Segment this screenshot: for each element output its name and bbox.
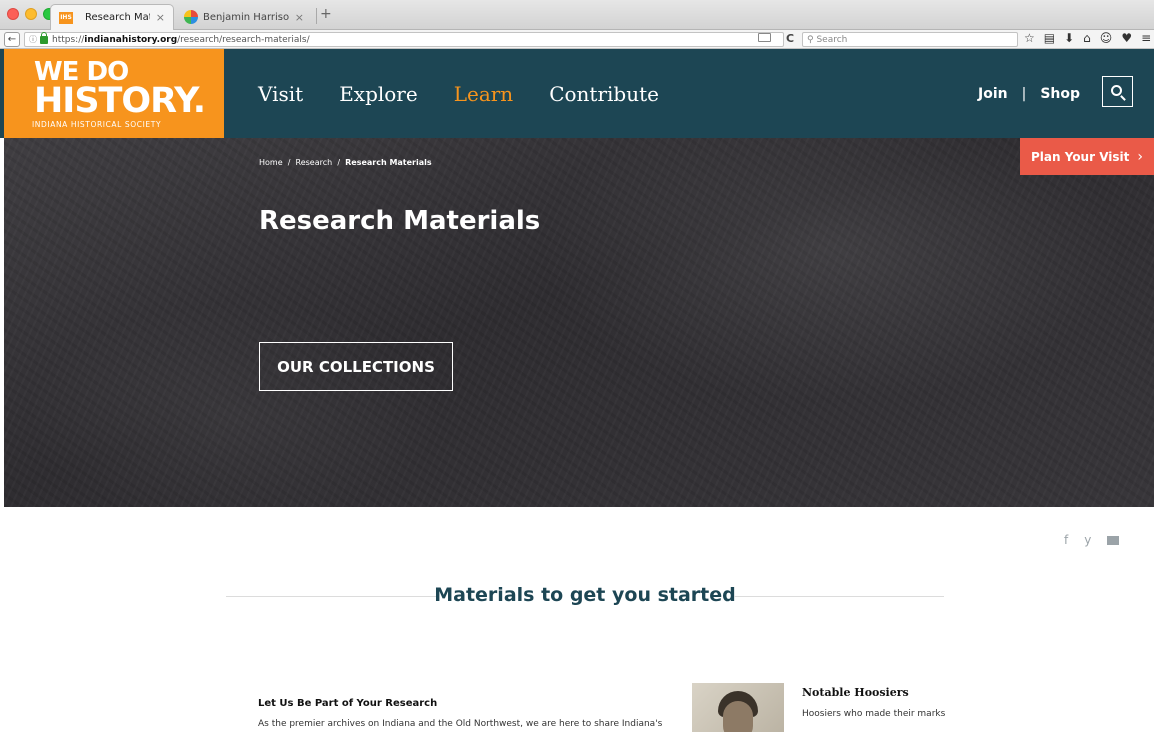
- breadcrumb-home[interactable]: Home: [259, 158, 283, 167]
- tab-title: Research Materials: [85, 12, 150, 23]
- heading-divider-right: [734, 596, 944, 597]
- utility-separator: |: [1021, 86, 1027, 102]
- our-collections-button[interactable]: OUR COLLECTIONS: [259, 342, 453, 391]
- lock-icon: [40, 31, 48, 44]
- breadcrumb-separator: /: [287, 158, 291, 167]
- tab-benjamin-harrison[interactable]: Benjamin Harrison collectio... ×: [176, 4, 312, 30]
- navigation-bar: ← ⓘ https://indianahistory.org/research/…: [0, 30, 1154, 49]
- site-search-button[interactable]: [1102, 76, 1133, 107]
- downloads-icon[interactable]: ⬇: [1064, 31, 1074, 45]
- chevron-right-icon: ›: [1137, 148, 1143, 165]
- research-card-body: As the premier archives on Indiana and t…: [258, 719, 663, 729]
- browser-toolbar: ☆ ▤ ⬇ ⌂ ☺ ♥ ≡: [1024, 31, 1151, 45]
- twitter-icon[interactable]: y: [1084, 533, 1091, 547]
- emoji-icon[interactable]: ☺: [1100, 31, 1113, 45]
- browser-tab-bar: IHS Research Materials × Benjamin Harris…: [0, 0, 1154, 30]
- home-icon[interactable]: ⌂: [1083, 31, 1091, 45]
- search-icon: ⚲: [807, 34, 817, 45]
- nav-explore[interactable]: Explore: [339, 82, 418, 106]
- logo-subtitle: INDIANA HISTORICAL SOCIETY: [32, 120, 162, 130]
- new-tab-button[interactable]: +: [320, 6, 332, 22]
- nav-learn[interactable]: Learn: [454, 82, 513, 106]
- pocket-icon[interactable]: ♥: [1121, 31, 1132, 45]
- utility-nav: Join | Shop: [978, 86, 1080, 102]
- site-header: WE DO HISTORY. INDIANA HISTORICAL SOCIET…: [0, 49, 1154, 138]
- browser-search-placeholder: Search: [816, 34, 848, 45]
- search-icon: [1111, 85, 1122, 96]
- nav-contribute[interactable]: Contribute: [549, 82, 659, 106]
- logo-line2: HISTORY.: [34, 80, 206, 121]
- ihs-favicon-icon: IHS: [59, 11, 73, 24]
- breadcrumb-separator: /: [337, 158, 341, 167]
- tab-separator: [316, 8, 317, 24]
- breadcrumb-current: Research Materials: [345, 158, 432, 167]
- reading-list-icon[interactable]: ▤: [1044, 31, 1055, 45]
- reload-icon[interactable]: C: [786, 32, 794, 45]
- site-logo[interactable]: WE DO HISTORY. INDIANA HISTORICAL SOCIET…: [4, 49, 224, 138]
- bookmark-star-icon[interactable]: ☆: [1024, 31, 1035, 45]
- plan-visit-label: Plan Your Visit: [1031, 149, 1130, 164]
- notable-hoosiers-title[interactable]: Notable Hoosiers: [802, 686, 909, 699]
- info-icon[interactable]: ⓘ: [29, 34, 37, 45]
- url-path: /research/research-materials/: [177, 34, 310, 45]
- tab-title: Benjamin Harrison collectio...: [203, 11, 289, 23]
- back-button[interactable]: ←: [4, 32, 20, 47]
- section-heading-block: Materials to get you started: [226, 584, 944, 608]
- join-link[interactable]: Join: [978, 86, 1008, 102]
- shop-link[interactable]: Shop: [1040, 86, 1080, 102]
- facebook-icon[interactable]: f: [1064, 533, 1068, 547]
- hero-banner: Home / Research / Research Materials Res…: [4, 138, 1154, 507]
- url-domain: indianahistory.org: [84, 34, 178, 45]
- breadcrumb-research[interactable]: Research: [296, 158, 333, 167]
- portrait-face: [723, 701, 753, 732]
- close-window-button[interactable]: [7, 8, 19, 20]
- url-prefix: https://: [52, 34, 85, 45]
- tab-close-icon[interactable]: ×: [156, 11, 165, 24]
- globe-favicon-icon: [184, 10, 198, 24]
- section-heading: Materials to get you started: [434, 584, 736, 606]
- tab-close-icon[interactable]: ×: [295, 11, 304, 24]
- menu-icon[interactable]: ≡: [1141, 31, 1151, 45]
- share-icons: f y: [1064, 533, 1120, 547]
- main-nav: Visit Explore Learn Contribute: [258, 82, 695, 106]
- plan-your-visit-button[interactable]: Plan Your Visit ›: [1020, 138, 1154, 175]
- notable-hoosier-portrait[interactable]: [692, 683, 784, 732]
- research-card-title[interactable]: Let Us Be Part of Your Research: [258, 698, 437, 709]
- minimize-window-button[interactable]: [25, 8, 37, 20]
- tab-research-materials[interactable]: IHS Research Materials ×: [50, 4, 174, 30]
- browser-search-input[interactable]: ⚲ Search: [802, 32, 1018, 47]
- notable-hoosiers-body: Hoosiers who made their marks: [802, 709, 946, 719]
- nav-visit[interactable]: Visit: [258, 82, 303, 106]
- email-icon[interactable]: [1107, 536, 1120, 545]
- reader-view-icon[interactable]: [758, 33, 771, 42]
- page-title: Research Materials: [259, 206, 541, 236]
- url-input[interactable]: ⓘ https://indianahistory.org/research/re…: [24, 31, 784, 47]
- breadcrumb: Home / Research / Research Materials: [259, 158, 432, 167]
